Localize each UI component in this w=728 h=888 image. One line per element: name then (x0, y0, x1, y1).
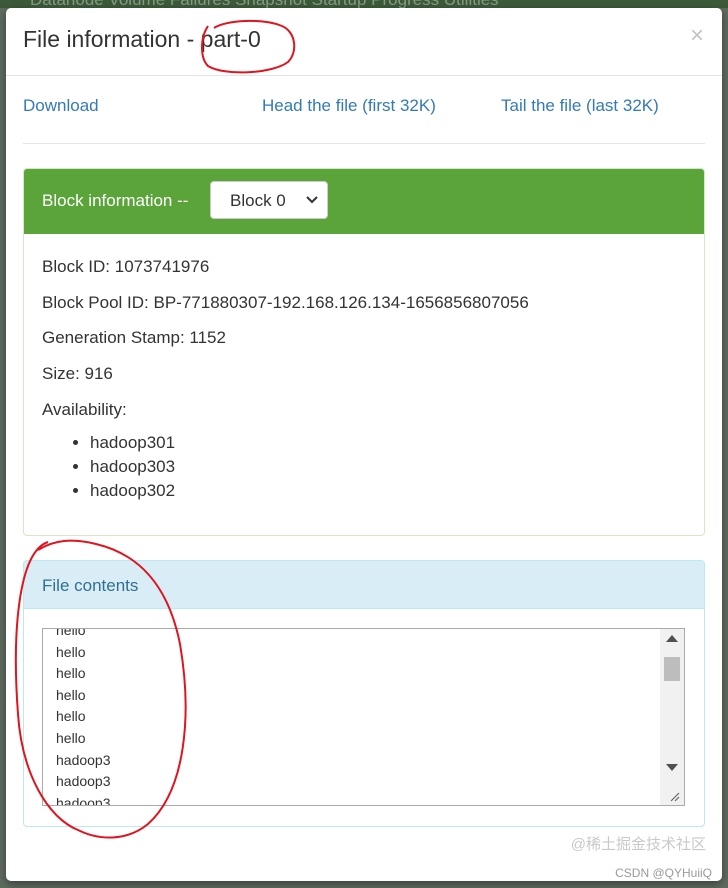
block-size: Size: 916 (42, 364, 113, 383)
scrollbar-thumb[interactable] (664, 657, 680, 681)
block-pool-id: Block Pool ID: BP-771880307-192.168.126.… (42, 293, 529, 312)
textarea-scrollbar[interactable] (660, 629, 684, 805)
content-line: hello (56, 686, 86, 703)
scroll-down-arrow-icon[interactable] (666, 764, 678, 771)
block-id: Block ID: 1073741976 (42, 257, 210, 276)
file-contents-heading: File contents (24, 561, 704, 609)
file-contents-label: File contents (42, 576, 139, 595)
scroll-up-arrow-icon[interactable] (666, 635, 678, 642)
file-contents-panel: File contents hello hello hello hello he… (23, 560, 705, 827)
host-list-item: hadoop302 (90, 479, 175, 503)
generation-stamp: Generation Stamp: 1152 (42, 328, 226, 347)
host-list-item: hadoop301 (90, 431, 175, 455)
block-information-label: Block information -- (42, 191, 189, 210)
chevron-down-icon (306, 190, 318, 213)
block-select[interactable]: Block 0 (210, 181, 328, 219)
host-list-item: hadoop303 (90, 455, 175, 479)
resize-grip-icon[interactable] (668, 790, 680, 802)
block-select-value: Block 0 (230, 191, 286, 210)
modal-title: File information - part-0 (23, 26, 261, 52)
availability-host-list: hadoop301 hadoop303 hadoop302 (70, 431, 175, 503)
tail-file-link[interactable]: Tail the file (last 32K) (501, 96, 659, 116)
download-link[interactable]: Download (23, 96, 99, 116)
watermark-juejin: @稀土掘金技术社区 (570, 836, 706, 853)
content-line: hello (56, 729, 86, 746)
head-file-link[interactable]: Head the file (first 32K) (262, 96, 436, 116)
file-contents-lines: hello hello hello hello hello hello hado… (56, 628, 111, 806)
content-line: hello (56, 708, 86, 725)
page-backdrop-header: Datanode Volume Failures Snapshot Startu… (0, 0, 728, 9)
block-information-heading: Block information -- Block 0 (24, 169, 704, 234)
close-icon[interactable]: × (690, 24, 704, 48)
block-information-panel: Block information -- Block 0 Block ID: 1… (23, 168, 705, 536)
file-information-modal: File information - part-0 × Download Hea… (6, 8, 722, 881)
file-contents-textarea[interactable]: hello hello hello hello hello hello hado… (42, 628, 685, 806)
content-line: hello (56, 643, 86, 660)
watermark-csdn: CSDN @QYHuiiQ (615, 866, 712, 880)
availability-label: Availability: (42, 400, 127, 419)
modal-header: File information - part-0 × (6, 8, 722, 76)
content-line: hello (56, 628, 86, 638)
content-line: hadoop3 (56, 751, 111, 768)
content-line: hadoop3 (56, 773, 111, 790)
content-line: hello (56, 665, 86, 682)
file-links-row: Download Head the file (first 32K) Tail … (23, 76, 705, 144)
content-line: hadoop3 (56, 794, 111, 806)
